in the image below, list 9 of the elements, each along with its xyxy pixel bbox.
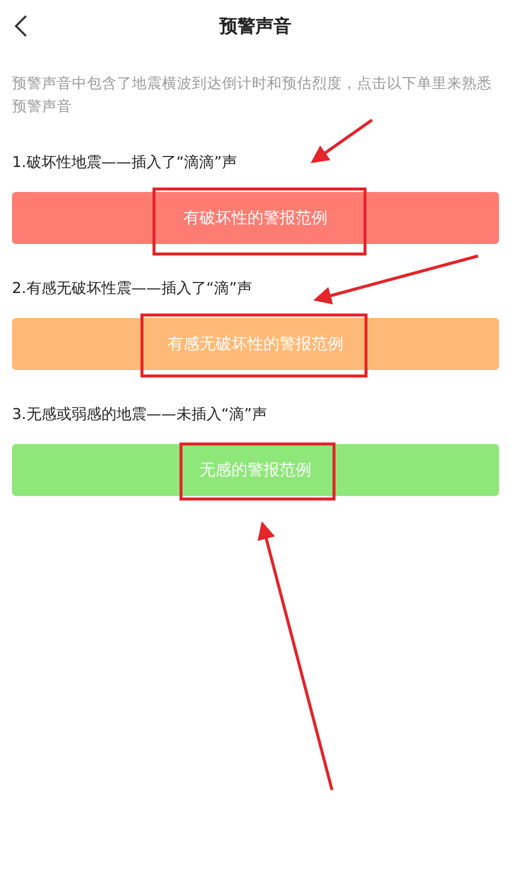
annotation-arrow	[310, 118, 373, 164]
section-label: 2.有感无破坏性震——插入了“滴”声	[12, 278, 252, 298]
alert-sample-button[interactable]: 无感的警报范例	[12, 444, 499, 496]
page-title: 预警声音	[220, 15, 292, 38]
alert-sample-button[interactable]: 有感无破坏性的警报范例	[12, 318, 499, 370]
alert-sample-button[interactable]: 有破坏性的警报范例	[12, 192, 499, 244]
section-label: 1.破坏性地震——插入了“滴滴”声	[12, 152, 237, 172]
section-label: 3.无感或弱感的地震——未插入“滴”声	[12, 404, 267, 424]
description-text: 预警声音中包含了地震横波到达倒计时和预估烈度，点击以下单里来熟悉预警声音	[12, 74, 493, 117]
